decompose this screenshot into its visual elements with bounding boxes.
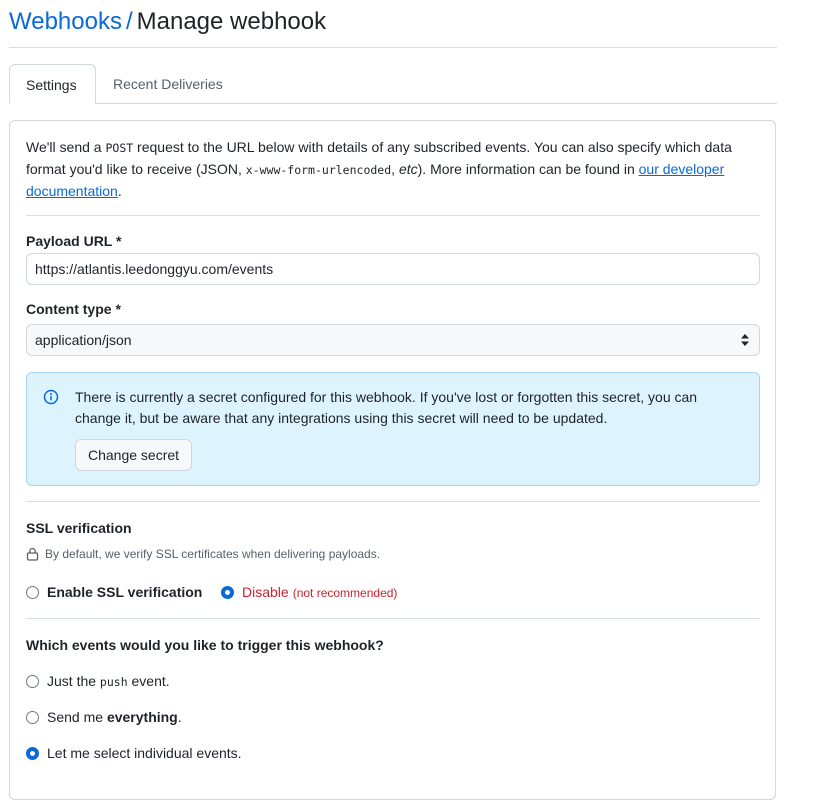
ssl-note: By default, we verify SSL certificates w… (26, 547, 380, 561)
divider (26, 501, 760, 502)
divider (26, 618, 760, 619)
intro-part: We'll send a (26, 139, 106, 155)
radio-unchecked[interactable] (26, 674, 39, 688)
label-bold: everything (106, 709, 178, 725)
intro-part: ). More information can be found in (417, 161, 639, 177)
intro-text: We'll send a POST request to the URL bel… (26, 137, 766, 202)
intro-part: , (391, 161, 399, 177)
not-recommended-text: (not recommended) (292, 586, 398, 600)
events-individual-radio[interactable]: Let me select individual events. (26, 745, 242, 761)
disable-ssl-label: Disable (not recommended) (242, 584, 397, 600)
events-everything-label: Send me everything. (47, 709, 182, 725)
enable-ssl-label: Enable SSL verification (47, 584, 203, 600)
label-part: . (177, 709, 182, 725)
info-icon (43, 389, 59, 405)
label-part: Send me (47, 709, 107, 725)
breadcrumb-separator: / (125, 8, 133, 35)
payload-url-input[interactable] (26, 253, 760, 285)
ssl-verification-title: SSL verification (26, 520, 132, 536)
content-type-label: Content type * (26, 301, 121, 317)
lock-icon (26, 547, 39, 561)
select-arrows-icon (741, 334, 749, 346)
disable-ssl-radio[interactable]: Disable (not recommended) (221, 584, 397, 600)
radio-unchecked[interactable] (26, 585, 39, 599)
code-urlencoded: x-www-form-urlencoded (245, 163, 392, 177)
events-everything-radio[interactable]: Send me everything. (26, 709, 182, 725)
change-secret-button[interactable]: Change secret (75, 439, 193, 471)
ssl-note-text: By default, we verify SSL certificates w… (45, 547, 381, 561)
code-post: POST (105, 141, 134, 155)
disable-label-text: Disable (242, 584, 289, 600)
radio-unchecked[interactable] (26, 710, 39, 724)
enable-ssl-radio[interactable]: Enable SSL verification (26, 584, 202, 600)
content-type-select[interactable]: application/json (26, 324, 760, 356)
divider (26, 215, 760, 216)
intro-etc: etc (398, 161, 418, 177)
events-push-radio[interactable]: Just the push event. (26, 673, 170, 689)
events-push-label: Just the push event. (47, 673, 170, 689)
radio-checked[interactable] (26, 746, 39, 760)
tab-nav: Settings Recent Deliveries (9, 64, 777, 104)
secret-notice-text: There is currently a secret configured f… (75, 389, 698, 426)
page-title-text: Manage webhook (136, 8, 327, 35)
label-part: event. (127, 673, 170, 689)
page-title: Webhooks / Manage webhook (9, 6, 777, 38)
tab-recent-deliveries[interactable]: Recent Deliveries (97, 64, 239, 103)
breadcrumb-webhooks-link[interactable]: Webhooks (9, 8, 122, 35)
events-question: Which events would you like to trigger t… (26, 637, 384, 653)
secret-notice: There is currently a secret configured f… (26, 372, 760, 486)
label-part: Just the (47, 673, 100, 689)
tab-settings[interactable]: Settings (9, 64, 96, 104)
intro-part: . (117, 183, 122, 199)
payload-url-label: Payload URL * (26, 233, 122, 249)
content-type-value: application/json (35, 332, 132, 348)
events-individual-label: Let me select individual events. (47, 745, 242, 761)
radio-checked[interactable] (221, 585, 234, 599)
page-header: Webhooks / Manage webhook (9, 6, 777, 48)
code-push: push (99, 675, 128, 689)
